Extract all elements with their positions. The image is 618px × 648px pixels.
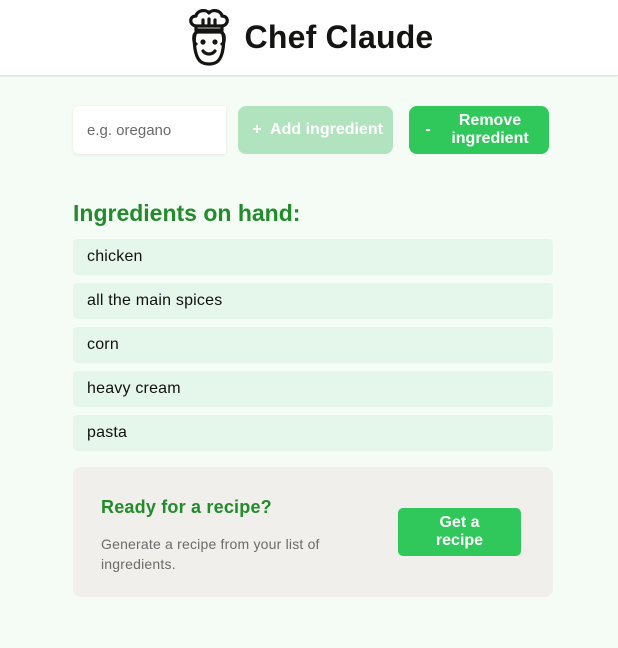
get-recipe-card: Ready for a recipe? Generate a recipe fr… [73,467,553,597]
chef-face-icon [188,8,229,66]
remove-ingredient-label: Remove ingredient [451,112,529,147]
list-item: heavy cream [73,371,553,407]
list-item: all the main spices [73,283,553,319]
plus-icon: + [252,121,262,138]
list-item: pasta [73,415,553,451]
minus-icon: - [425,121,431,138]
recipe-card-heading: Ready for a recipe? [101,497,272,517]
ingredient-input[interactable] [73,106,226,154]
app-title: Chef Claude [244,19,434,55]
ingredient-list: chicken all the main spices corn heavy c… [73,239,553,459]
add-ingredient-label: Add ingredient [270,121,383,138]
get-recipe-button[interactable]: Get a recipe [398,508,521,556]
ingredients-heading: Ingredients on hand: [73,200,301,226]
app-header: Chef Claude [0,0,618,76]
add-ingredient-button[interactable]: + Add ingredient [238,106,393,154]
add-ingredient-form: + Add ingredient - Remove ingredient [73,106,549,154]
list-item: chicken [73,239,553,275]
recipe-card-description: Generate a recipe from your list of ingr… [101,536,320,572]
remove-ingredient-button[interactable]: - Remove ingredient [409,106,549,154]
list-item: corn [73,327,553,363]
